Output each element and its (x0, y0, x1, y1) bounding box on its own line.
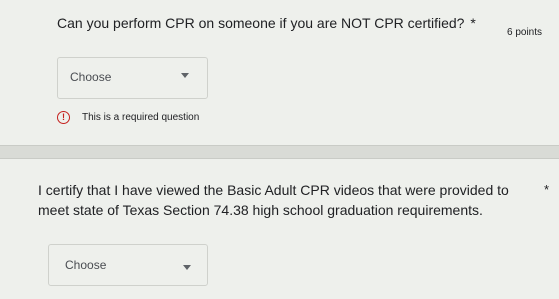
dropdown-selected-value: Choose (65, 258, 107, 272)
dropdown-selected-value: Choose (70, 70, 112, 84)
answer-dropdown[interactable]: Choose (48, 244, 208, 286)
required-error-message: ! This is a required question (57, 109, 199, 125)
points-label: 6 points (507, 27, 543, 38)
question-title: I certify that I have viewed the Basic A… (38, 182, 509, 218)
error-text: This is a required question (82, 112, 200, 124)
dropdown-arrow-icon (183, 265, 191, 270)
question-card-cpr-certified: Can you perform CPR on someone if you ar… (0, 0, 559, 146)
answer-dropdown[interactable]: Choose (57, 57, 208, 99)
dropdown-arrow-icon (181, 73, 189, 78)
required-asterisk: * (470, 15, 476, 31)
error-icon: ! (57, 111, 70, 125)
question-title-text: Can you perform CPR on someone if you ar… (57, 15, 465, 31)
question-title: Can you perform CPR on someone if you ar… (57, 13, 477, 33)
required-asterisk: * (544, 182, 550, 197)
